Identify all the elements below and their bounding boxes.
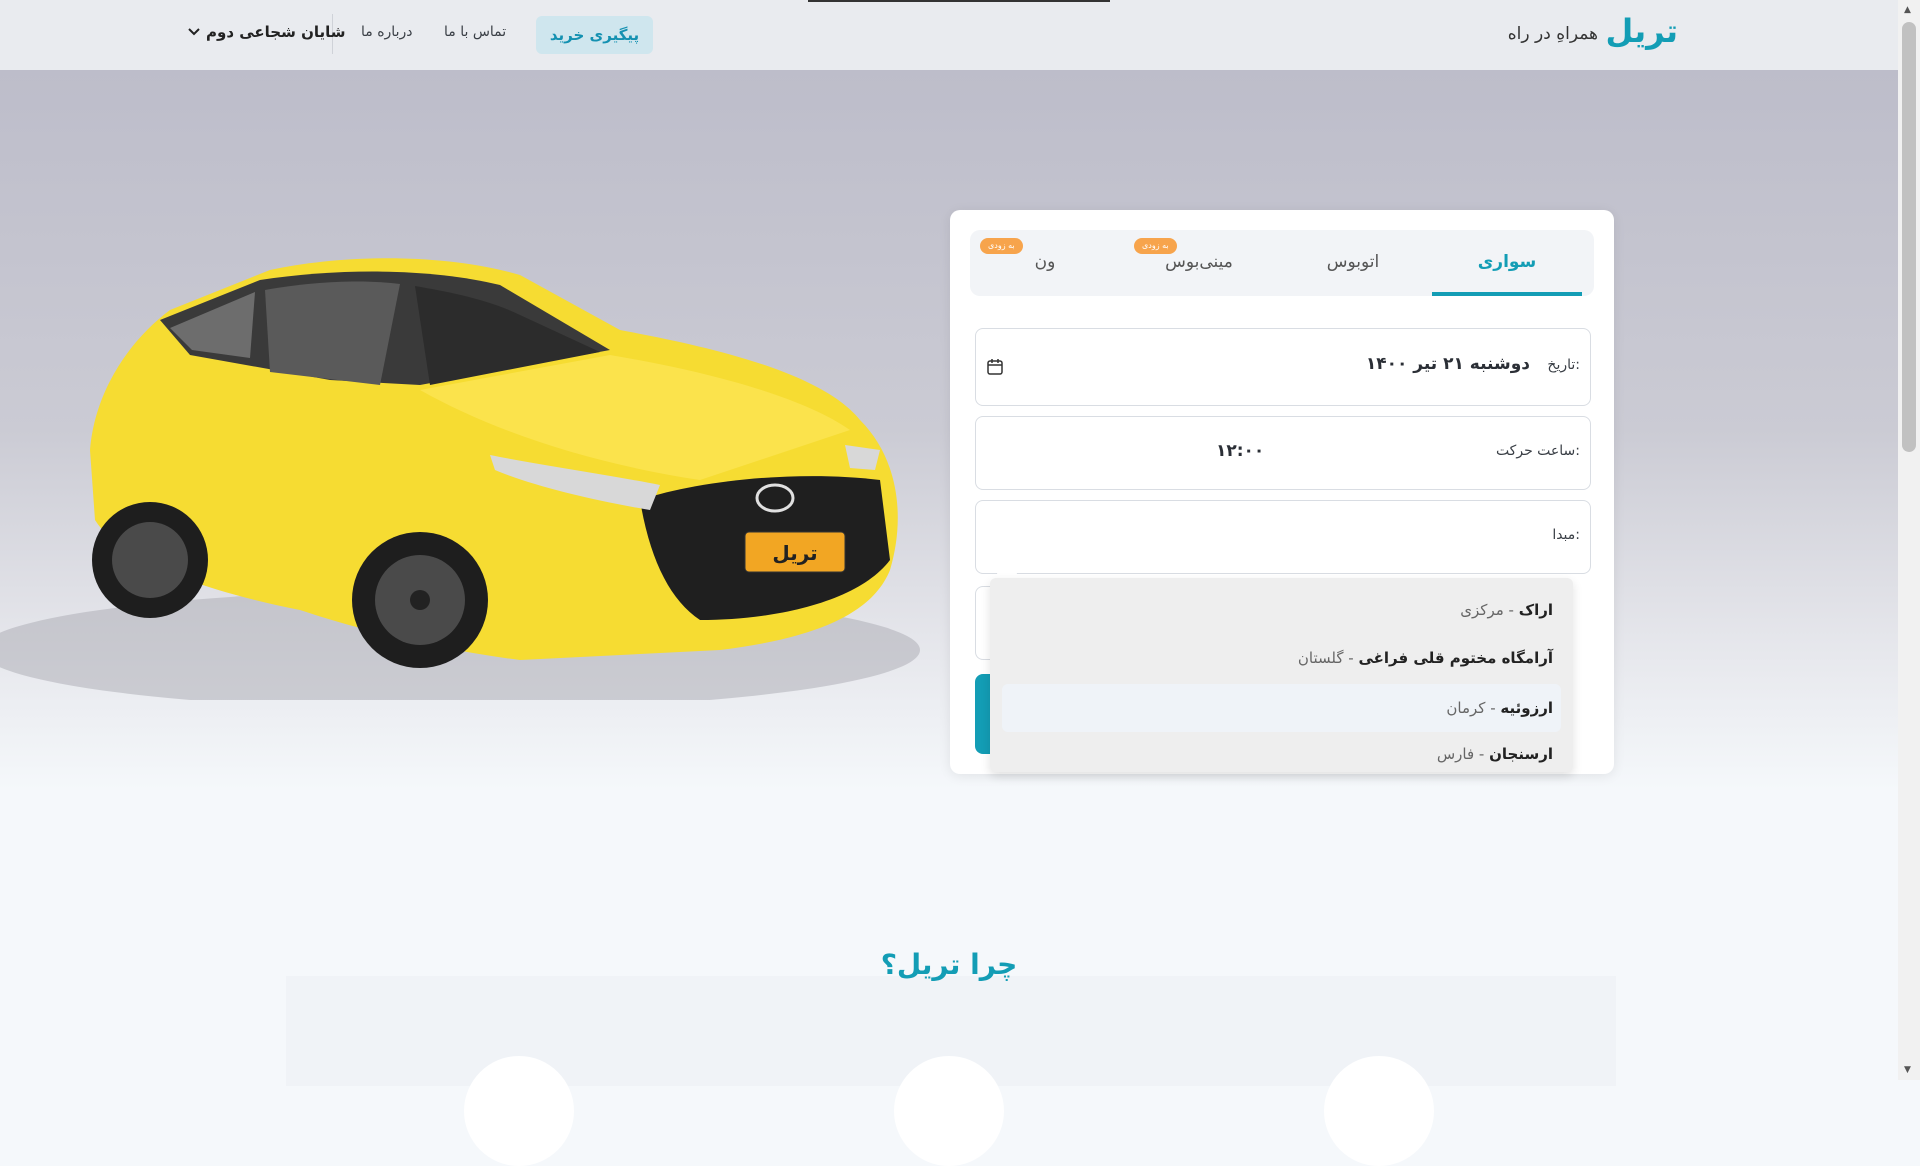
calendar-icon[interactable] [986, 358, 1004, 376]
feature-circle [894, 1056, 1004, 1166]
origin-dropdown: اراک - مرکزی آرامگاه مختوم قلی فراغی - گ… [990, 578, 1573, 772]
nav-contact-link[interactable]: تماس با ما [444, 24, 506, 40]
tab-minibus-label: مینی‌بوس [1165, 252, 1233, 272]
nav-about-link[interactable]: درباره ما [361, 24, 412, 40]
tab-van[interactable]: ون به زودی [970, 230, 1120, 296]
dropdown-caret [997, 565, 1017, 579]
track-purchase-button[interactable]: پیگیری خرید [536, 16, 653, 54]
tab-van-label: ون [1034, 252, 1056, 272]
date-field[interactable]: تاریخ: دوشنبه ۲۱ تیر ۱۴۰۰ [975, 328, 1591, 406]
why-section-title: چرا تریل؟ [880, 948, 1018, 981]
dropdown-option[interactable]: آرامگاه مختوم قلی فراغی - گلستان [1298, 634, 1553, 682]
time-value: ۱۲:۰۰ [1216, 441, 1265, 461]
brand-slogan: همراهِ در راه [1507, 24, 1598, 44]
time-label: ساعت حرکت: [1495, 443, 1580, 459]
tab-bus[interactable]: اتوبوس [1278, 230, 1428, 296]
dropdown-option[interactable]: اراک - مرکزی [1460, 586, 1553, 634]
date-value: دوشنبه ۲۱ تیر ۱۴۰۰ [1365, 354, 1530, 374]
plate-text: تریل [772, 541, 817, 565]
coming-soon-badge: به زودی [980, 238, 1023, 254]
scroll-up-arrow-icon[interactable]: ▲ [1904, 6, 1914, 15]
scroll-down-arrow-icon[interactable]: ▼ [1904, 1066, 1914, 1075]
vehicle-tabs: سواری اتوبوس مینی‌بوس به زودی ون به زودی [970, 230, 1594, 296]
header-top-indicator [808, 0, 1110, 2]
origin-field[interactable]: مبدا: [975, 500, 1591, 574]
chevron-down-icon [188, 28, 200, 36]
tab-minibus[interactable]: مینی‌بوس به زودی [1124, 230, 1274, 296]
origin-label: مبدا: [1552, 527, 1580, 543]
top-navbar: تریل همراهِ در راه پیگیری خرید تماس با م… [0, 0, 1898, 71]
date-label: تاریخ: [1547, 357, 1580, 373]
coming-soon-badge: به زودی [1134, 238, 1177, 254]
dropdown-option-highlighted[interactable]: ارزوئیه - کرمان [1002, 684, 1561, 732]
brand-logo[interactable]: تریل [1606, 12, 1679, 50]
user-name: شایان شجاعی دوم [206, 23, 346, 41]
user-menu[interactable]: شایان شجاعی دوم [188, 23, 346, 41]
dropdown-option[interactable]: ارسنجان - فارس [1437, 730, 1553, 772]
taxi-car-image: تریل [0, 258, 920, 700]
scrollbar-thumb[interactable] [1902, 22, 1916, 452]
feature-circle [464, 1056, 574, 1166]
feature-circle [1324, 1056, 1434, 1166]
tab-savari[interactable]: سواری [1432, 230, 1582, 296]
departure-time-field[interactable]: ساعت حرکت: ۱۲:۰۰ [975, 416, 1591, 490]
